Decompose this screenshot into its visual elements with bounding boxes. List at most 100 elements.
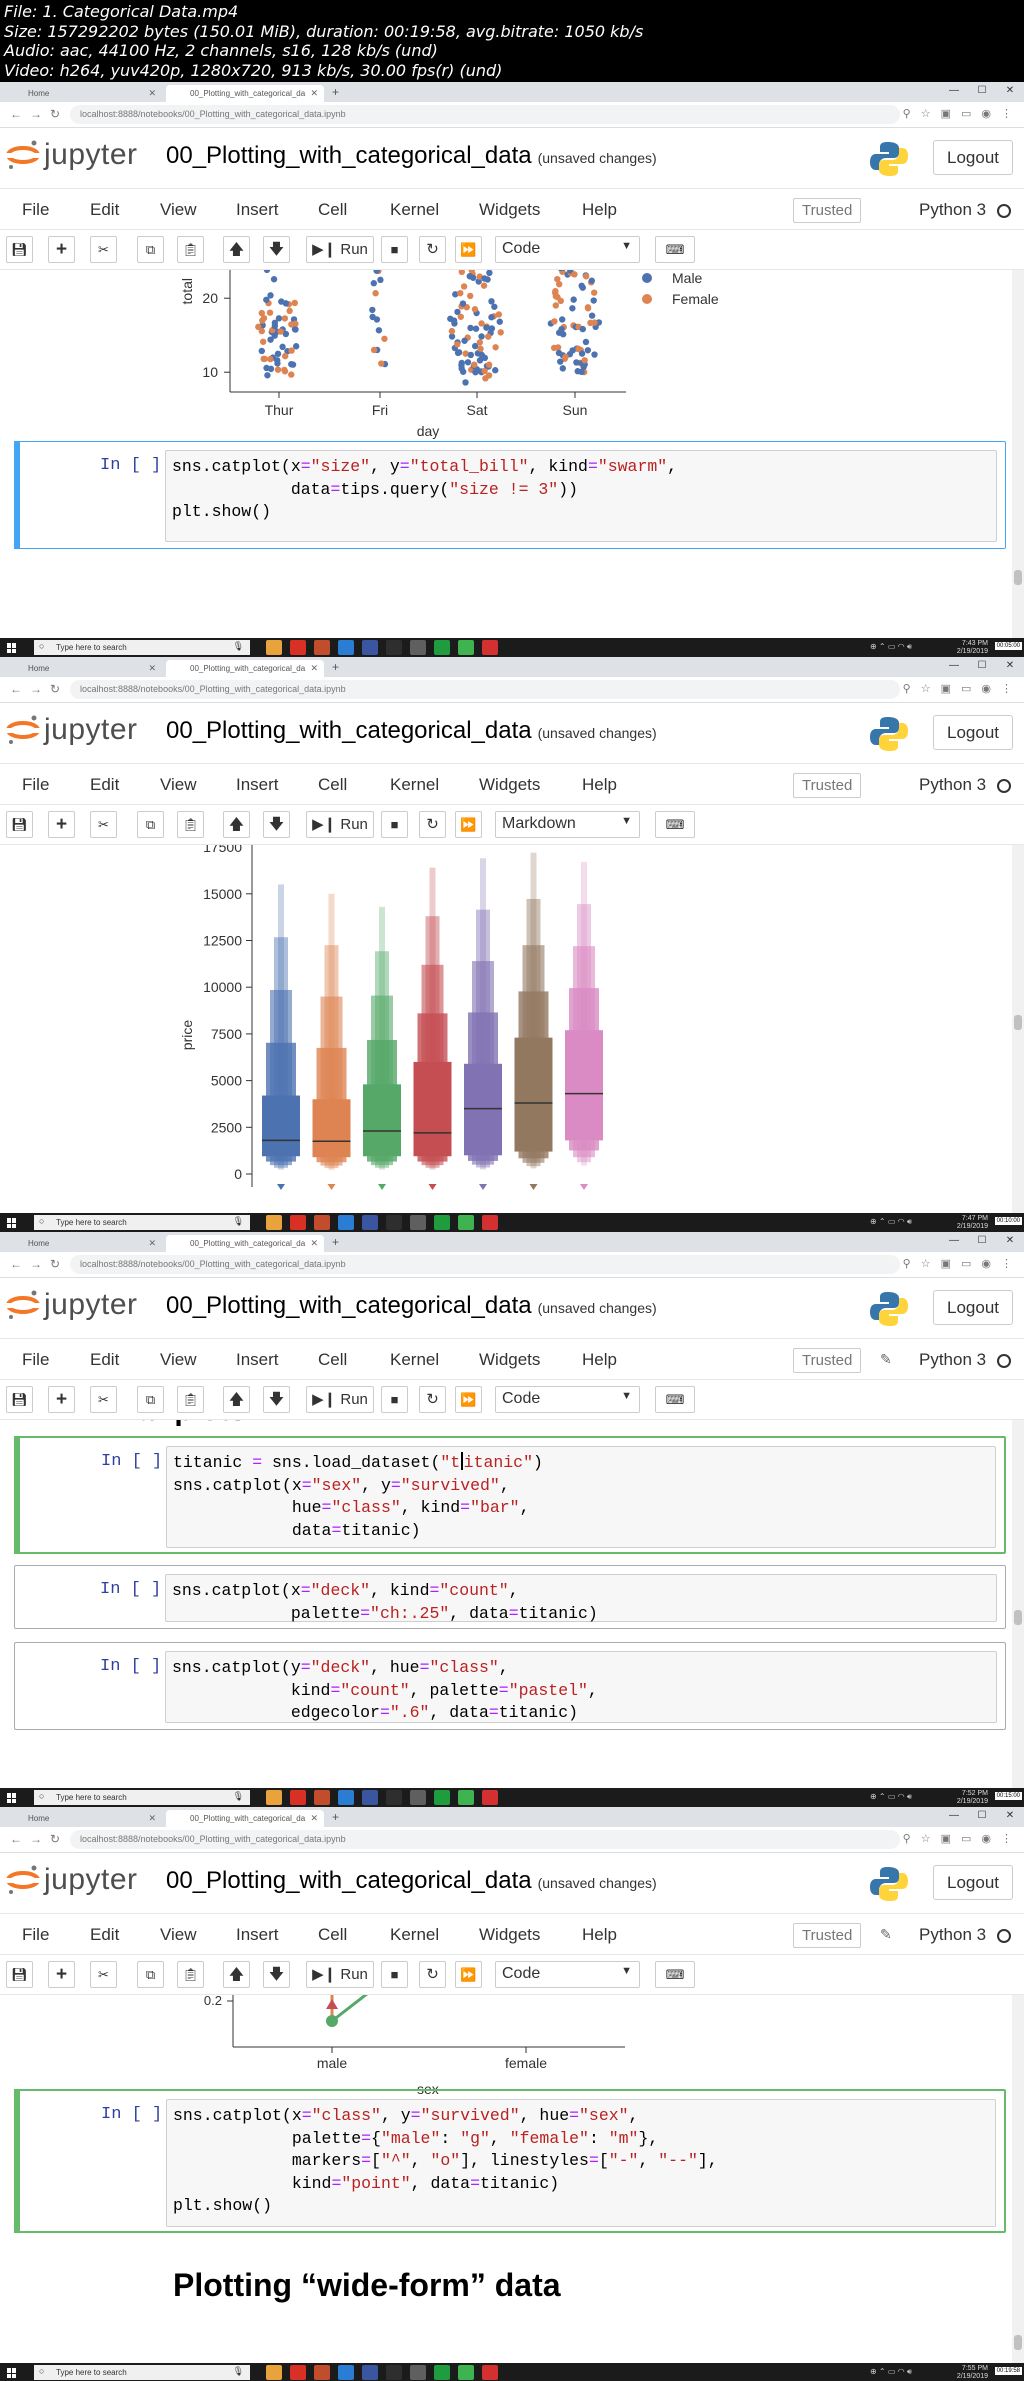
minimize-icon[interactable]: — (940, 1232, 968, 1252)
menu-kernel[interactable]: Kernel (390, 775, 439, 795)
forward-icon[interactable]: → (30, 1257, 42, 1271)
taskbar-app-icon[interactable] (314, 1215, 330, 1230)
menu-file[interactable]: File (22, 1925, 49, 1945)
jupyter-logo[interactable]: jupyter (6, 138, 138, 172)
move-down-icon[interactable]: 🡇 (263, 811, 290, 838)
extension-icon[interactable]: ▣ (941, 682, 951, 695)
taskbar-app-icon[interactable] (362, 2365, 378, 2380)
trusted-badge[interactable]: Trusted (793, 1348, 862, 1373)
menu-help[interactable]: Help (582, 200, 617, 220)
close-icon[interactable]: ✕ (148, 1238, 156, 1249)
restart-icon[interactable]: ↻ (419, 236, 446, 263)
notebook-title[interactable]: 00_Plotting_with_categorical_data (unsave… (166, 717, 657, 745)
taskbar-app-icon[interactable] (386, 1790, 402, 1805)
close-window-icon[interactable]: ✕ (996, 1807, 1024, 1827)
menu-file[interactable]: File (22, 1350, 49, 1370)
zoom-icon[interactable]: ⚲ (903, 682, 911, 695)
star-icon[interactable]: ☆ (921, 1257, 931, 1270)
copy-icon[interactable]: ⧉ (137, 236, 164, 263)
code-cell[interactable]: In [ ]: sns.catplot(x="size", y="total_bi… (14, 441, 1006, 549)
paste-icon[interactable]: 📋︎ (177, 236, 204, 263)
keyboard-icon[interactable]: ⌨ (655, 1961, 695, 1988)
cut-icon[interactable]: ✂ (90, 236, 117, 263)
menu-kernel[interactable]: Kernel (390, 200, 439, 220)
cell-type-select[interactable]: Code ▼ (495, 236, 640, 263)
taskbar-app-icon[interactable] (410, 640, 426, 655)
interrupt-icon[interactable]: ■ (381, 1961, 408, 1988)
menu-view[interactable]: View (160, 775, 197, 795)
cast-icon[interactable]: ▭ (961, 682, 971, 695)
profile-icon[interactable]: ◉ (981, 1257, 991, 1270)
scrollbar-thumb[interactable] (1014, 1015, 1022, 1030)
tab-home[interactable]: Home ✕ (4, 1235, 162, 1252)
taskbar-app-icon[interactable] (362, 1790, 378, 1805)
jupyter-logo[interactable]: jupyter (6, 713, 138, 747)
taskbar-app-icon[interactable] (290, 1790, 306, 1805)
taskbar-app-icon[interactable] (458, 2365, 474, 2380)
move-down-icon[interactable]: 🡇 (263, 1386, 290, 1413)
taskbar-search[interactable]: ○ Type here to search 🎙︎ (34, 640, 250, 655)
move-up-icon[interactable]: 🡅 (223, 236, 250, 263)
forward-icon[interactable]: → (30, 107, 42, 121)
reload-icon[interactable]: ↻ (50, 682, 60, 696)
tab-home[interactable]: Home ✕ (4, 85, 162, 102)
notebook-content[interactable]: 10 20 total Thur Fri Sat Sun day Male Female In [ … (0, 270, 1012, 645)
taskbar-app-icon[interactable] (434, 640, 450, 655)
code-editor[interactable]: sns.catplot(x="deck", kind="count", pale… (165, 1574, 997, 1623)
taskbar-app-icon[interactable] (338, 1215, 354, 1230)
menu-cell[interactable]: Cell (318, 1925, 347, 1945)
url-field[interactable]: localhost:8888/notebooks/00_Plotting_wit… (70, 1255, 900, 1274)
taskbar-app-icon[interactable] (434, 2365, 450, 2380)
add-cell-icon[interactable]: + (48, 1386, 75, 1413)
restart-icon[interactable]: ↻ (419, 1961, 446, 1988)
move-up-icon[interactable]: 🡅 (223, 1386, 250, 1413)
close-icon[interactable]: ✕ (148, 663, 156, 674)
paste-icon[interactable]: 📋︎ (177, 1961, 204, 1988)
cut-icon[interactable]: ✂ (90, 1386, 117, 1413)
restart-run-all-icon[interactable]: ⏩ (455, 811, 482, 838)
taskbar-app-icon[interactable] (362, 1215, 378, 1230)
new-tab-icon[interactable]: + (332, 1810, 339, 1824)
menu-edit[interactable]: Edit (90, 775, 119, 795)
menu-file[interactable]: File (22, 200, 49, 220)
save-icon[interactable]: 💾︎ (6, 1386, 33, 1413)
copy-icon[interactable]: ⧉ (137, 1961, 164, 1988)
notebook-title[interactable]: 00_Plotting_with_categorical_data (unsave… (166, 1867, 657, 1895)
taskbar-search[interactable]: ○ Type here to search 🎙︎ (34, 1215, 250, 1230)
windows-start-icon[interactable] (7, 643, 17, 653)
taskbar-app-icon[interactable] (290, 2365, 306, 2380)
taskbar-app-icon[interactable] (386, 2365, 402, 2380)
close-window-icon[interactable]: ✕ (996, 1232, 1024, 1252)
zoom-icon[interactable]: ⚲ (903, 1832, 911, 1845)
scrollbar[interactable] (1012, 845, 1024, 1220)
menu-help[interactable]: Help (582, 1925, 617, 1945)
menu-widgets[interactable]: Widgets (479, 775, 540, 795)
paste-icon[interactable]: 📋︎ (177, 811, 204, 838)
close-icon[interactable]: ✕ (310, 1238, 318, 1249)
restart-icon[interactable]: ↻ (419, 811, 446, 838)
menu-edit[interactable]: Edit (90, 200, 119, 220)
reload-icon[interactable]: ↻ (50, 107, 60, 121)
jupyter-logo[interactable]: jupyter (6, 1863, 138, 1897)
taskbar-app-icon[interactable] (386, 640, 402, 655)
code-editor[interactable]: sns.catplot(y="deck", hue="class", kind=… (165, 1651, 997, 1723)
jupyter-logo[interactable]: jupyter (6, 1288, 138, 1322)
keyboard-icon[interactable]: ⌨ (655, 236, 695, 263)
close-icon[interactable]: ✕ (310, 1813, 318, 1824)
windows-start-icon[interactable] (7, 1793, 17, 1803)
add-cell-icon[interactable]: + (48, 236, 75, 263)
taskbar-app-icon[interactable] (314, 1790, 330, 1805)
cut-icon[interactable]: ✂ (90, 1961, 117, 1988)
logout-button[interactable]: Logout (933, 1865, 1013, 1900)
microphone-icon[interactable]: 🎙︎ (233, 1216, 244, 1227)
menu-widgets[interactable]: Widgets (479, 200, 540, 220)
move-up-icon[interactable]: 🡅 (223, 1961, 250, 1988)
extension-icon[interactable]: ▣ (941, 107, 951, 120)
taskbar-search[interactable]: ○ Type here to search 🎙︎ (34, 2365, 250, 2380)
menu-widgets[interactable]: Widgets (479, 1925, 540, 1945)
windows-start-icon[interactable] (7, 2368, 17, 2378)
save-icon[interactable]: 💾︎ (6, 1961, 33, 1988)
taskbar-app-icon[interactable] (458, 1215, 474, 1230)
back-icon[interactable]: ← (10, 1832, 22, 1846)
taskbar-app-icon[interactable] (482, 1790, 498, 1805)
